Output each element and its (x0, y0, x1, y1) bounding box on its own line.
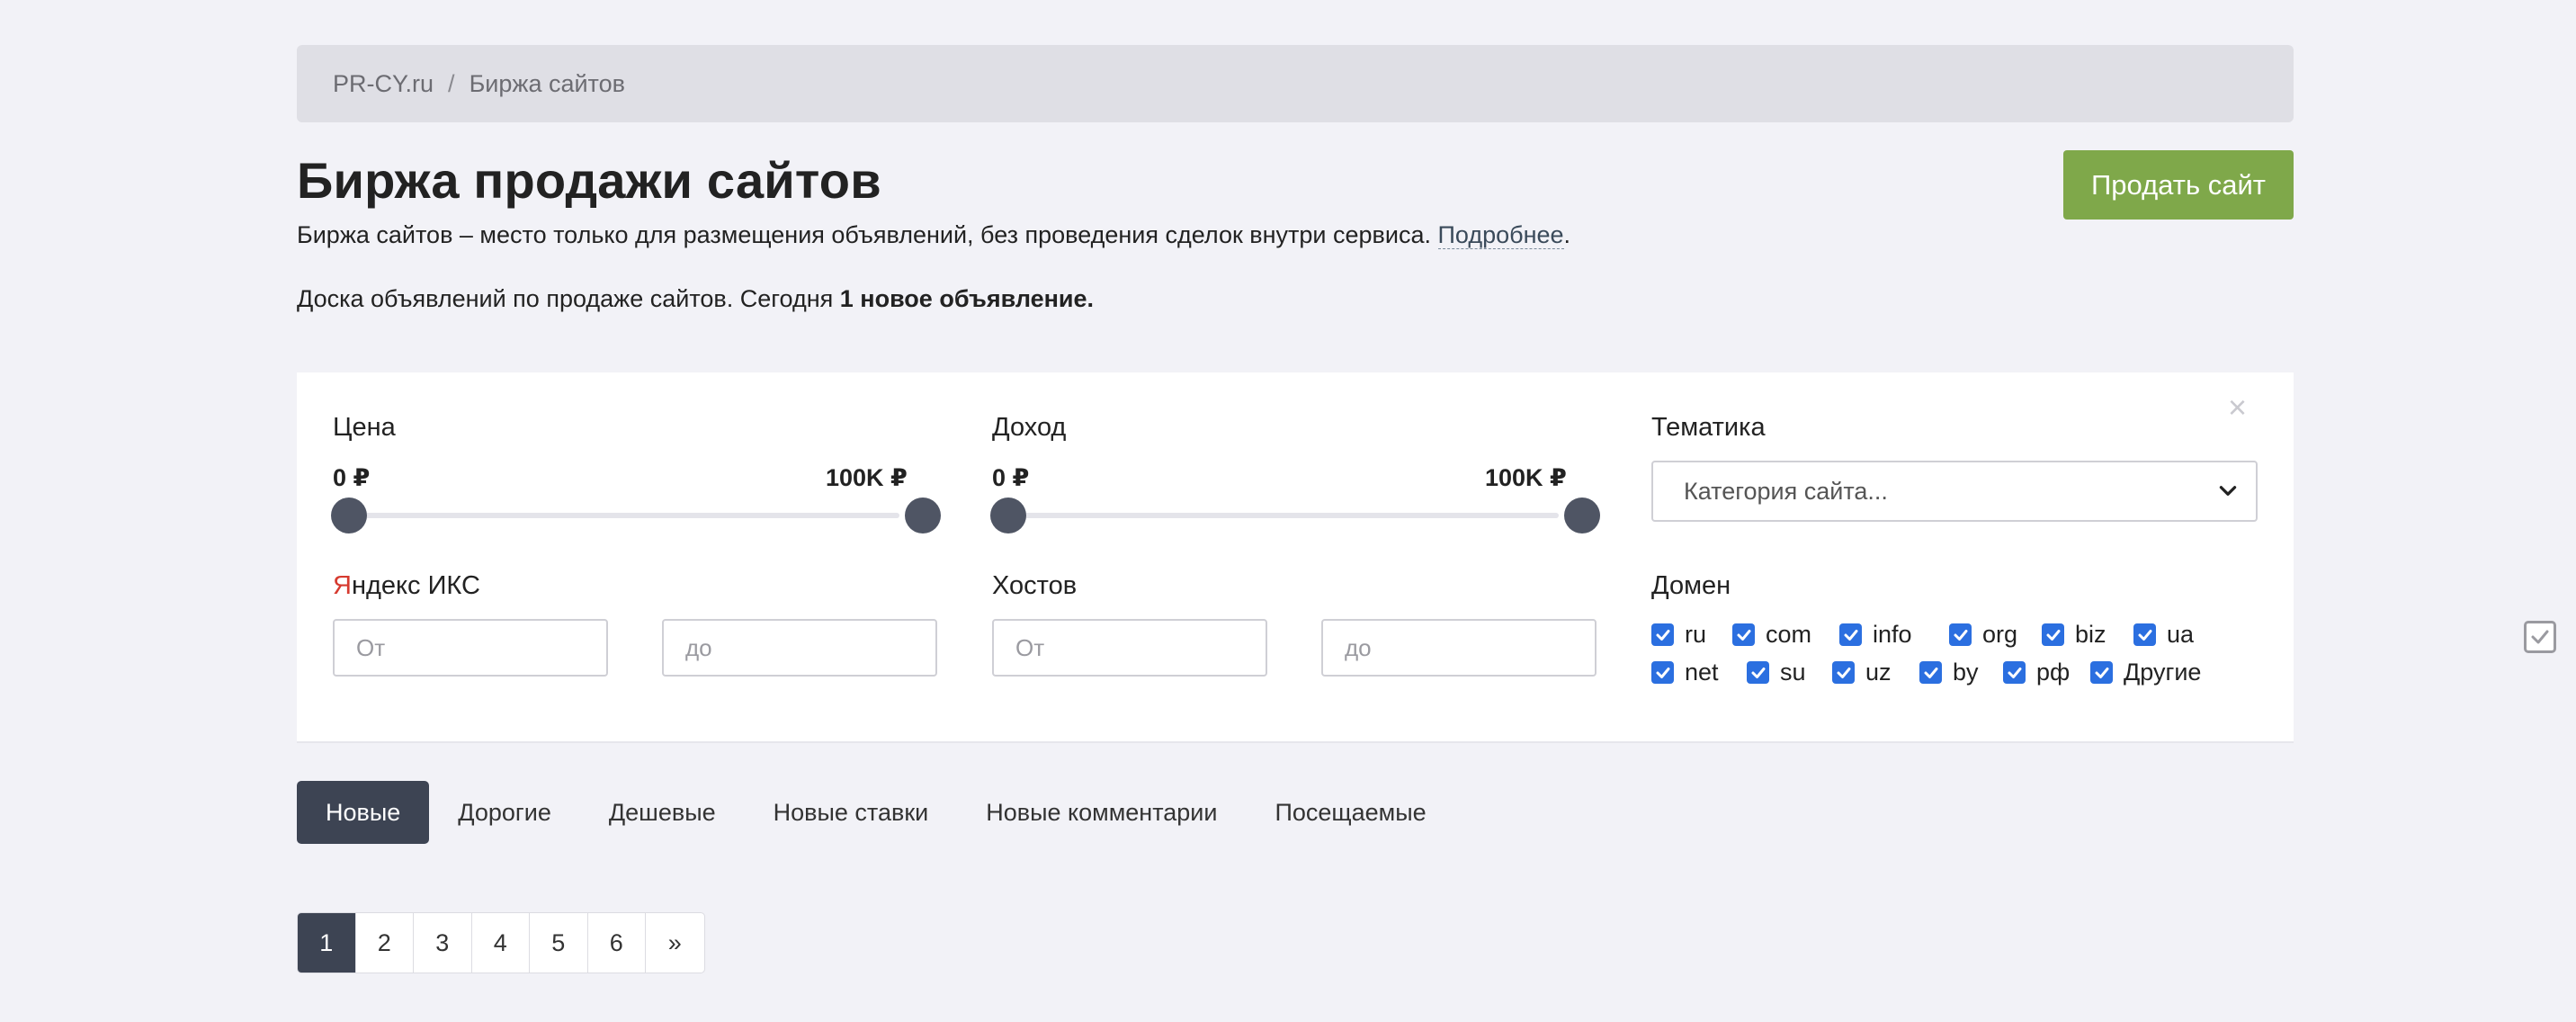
domain-checkbox[interactable]: su (1747, 659, 1806, 686)
tab-item[interactable]: Новые (297, 781, 430, 844)
page-description: Биржа сайтов – место только для размещен… (297, 221, 1570, 249)
domain-checkbox[interactable]: ua (2133, 621, 2194, 649)
tab-item[interactable]: Посещаемые (1246, 781, 1454, 844)
income-max-value: 100K ₽ (1485, 464, 1567, 491)
domain-checkbox-label: biz (2075, 621, 2106, 648)
breadcrumb-current: Биржа сайтов (469, 69, 625, 97)
domain-checkbox-label: net (1685, 659, 1719, 686)
pagination: 1 2 3 4 5 6» (297, 912, 705, 973)
category-select[interactable]: Категория сайта... (1651, 461, 2258, 522)
domain-label: Домен (1651, 571, 1731, 600)
yandex-letter: Я (333, 571, 352, 600)
page-button[interactable]: 6 (588, 913, 646, 973)
topic-label: Тематика (1651, 413, 1766, 442)
domain-checkbox[interactable]: biz (2042, 621, 2106, 649)
domain-checkbox-label: Другие (2124, 659, 2202, 686)
price-min-handle[interactable] (331, 498, 367, 533)
income-min-handle[interactable] (990, 498, 1026, 533)
checkbox-checked-icon[interactable] (2042, 623, 2064, 646)
domain-checkbox-label: uz (1865, 659, 1892, 686)
yandex-label-rest: ндекс ИКС (351, 571, 480, 600)
yandex-iks-label: Яндекс ИКС (333, 571, 480, 601)
filter-panel (297, 372, 2294, 743)
hosts-label: Хостов (992, 571, 1078, 600)
domain-checkbox[interactable]: by (1919, 659, 1979, 686)
domain-checkbox[interactable]: uz (1832, 659, 1892, 686)
page-button[interactable]: 1 (298, 913, 356, 973)
toggle-all-domains-checkbox[interactable] (2524, 621, 2556, 653)
tab-item[interactable]: Дешевые (580, 781, 745, 844)
checkbox-checked-icon[interactable] (1732, 623, 1755, 646)
breadcrumb-separator: / (448, 69, 455, 97)
tab-item[interactable]: Новые комментарии (957, 781, 1246, 844)
new-listings-count: 1 новое объявление. (839, 285, 1095, 312)
checkbox-checked-icon[interactable] (2003, 661, 2026, 684)
checkbox-checked-icon[interactable] (1651, 661, 1674, 684)
page-button[interactable]: 3 (414, 913, 472, 973)
breadcrumb: PR-CY.ru / Биржа сайтов (297, 45, 2294, 122)
checkbox-checked-icon[interactable] (2090, 661, 2113, 684)
price-slider-track[interactable] (333, 513, 899, 518)
category-select-value: Категория сайта... (1684, 477, 1888, 505)
domain-checkbox[interactable]: net (1651, 659, 1719, 686)
page-title: Биржа продажи сайтов (297, 152, 881, 209)
board-text: Доска объявлений по продаже сайтов. Сего… (297, 285, 834, 312)
domain-checkbox[interactable]: org (1949, 621, 2017, 649)
checkbox-checked-icon[interactable] (2133, 623, 2156, 646)
domain-checkbox-label: by (1953, 659, 1979, 686)
checkbox-checked-icon[interactable] (1839, 623, 1862, 646)
domain-checkbox[interactable]: ru (1651, 621, 1706, 649)
board-info: Доска объявлений по продаже сайтов. Сего… (297, 285, 1094, 313)
domain-checkbox-label: ua (2167, 621, 2195, 648)
tab-item[interactable]: Новые ставки (745, 781, 958, 844)
income-label: Доход (992, 413, 1067, 442)
sort-tabs: Новые Дорогие Дешевые Новые ставки Новые ком… (297, 781, 1455, 844)
domain-checkbox-label: org (1982, 621, 2018, 648)
description-text: Биржа сайтов – место только для размещен… (297, 221, 1431, 248)
domain-checkbox[interactable]: com (1732, 621, 1811, 649)
description-period: . (1563, 221, 1571, 248)
domain-checkbox[interactable]: Другие (2090, 659, 2201, 686)
breadcrumb-home-link[interactable]: PR-CY.ru (333, 70, 434, 98)
tab-item[interactable]: Дорогие (429, 781, 580, 844)
domain-checkbox[interactable]: рф (2003, 659, 2070, 686)
checkbox-checked-icon[interactable] (1651, 623, 1674, 646)
more-link[interactable]: Подробнее (1437, 221, 1564, 249)
price-max-handle[interactable] (905, 498, 941, 533)
page-button[interactable]: 5 (530, 913, 588, 973)
income-slider-track[interactable] (992, 513, 1559, 518)
page-button[interactable]: 4 (472, 913, 530, 973)
hosts-to-input[interactable] (1321, 619, 1597, 677)
domain-checkbox[interactable]: info (1839, 621, 1912, 649)
domain-checkbox-label: su (1780, 659, 1806, 686)
checkbox-checked-icon[interactable] (1949, 623, 1972, 646)
page-button[interactable]: 2 (356, 913, 414, 973)
price-label: Цена (333, 413, 396, 442)
income-max-handle[interactable] (1564, 498, 1600, 533)
checkbox-checked-icon[interactable] (1919, 661, 1942, 684)
domain-checkbox-label: рф (2036, 659, 2071, 686)
domain-checkbox-label: ru (1685, 621, 1707, 648)
checkbox-checked-icon[interactable] (1832, 661, 1855, 684)
domain-checkbox-label: com (1766, 621, 1812, 648)
next-page-button[interactable]: » (646, 913, 704, 973)
sell-site-button[interactable]: Продать сайт (2063, 150, 2294, 220)
checkbox-checked-icon[interactable] (1747, 661, 1769, 684)
price-min-value: 0 ₽ (333, 464, 371, 491)
domain-checkbox-label: info (1873, 621, 1912, 648)
check-icon (2531, 630, 2549, 644)
yandex-iks-to-input[interactable] (662, 619, 937, 677)
chevron-down-icon (2219, 486, 2237, 496)
close-icon[interactable]: × (2228, 389, 2247, 426)
price-max-value: 100K ₽ (826, 464, 908, 491)
hosts-from-input[interactable] (992, 619, 1267, 677)
income-min-value: 0 ₽ (992, 464, 1030, 491)
yandex-iks-from-input[interactable] (333, 619, 608, 677)
